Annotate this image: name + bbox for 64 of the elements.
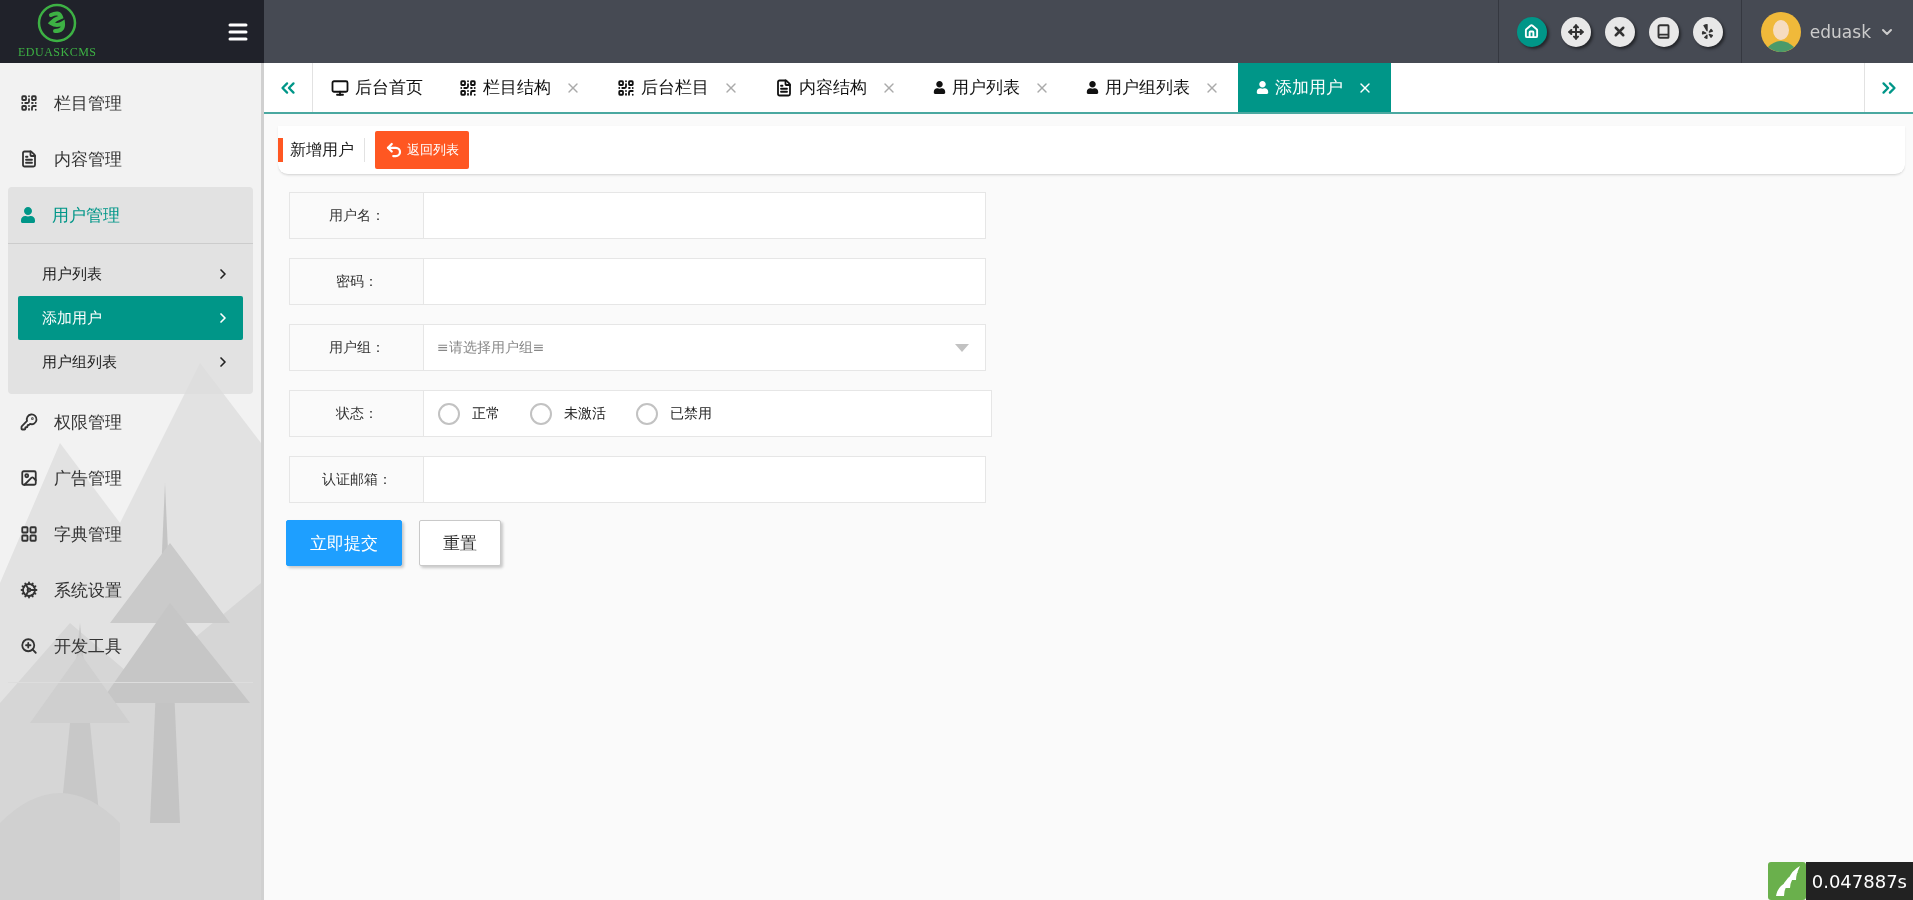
logo-icon [37,3,78,43]
document-icon [20,150,38,168]
monitor-icon [331,78,349,97]
field-label: 状态： [289,390,424,437]
sidebar-item[interactable]: 权限管理 [8,394,253,450]
logo-text: EDUASKCMS [18,45,97,60]
user-icon [20,207,36,223]
user-icon [1256,81,1269,94]
document-icon [775,78,793,97]
select-field[interactable]: ≡请选择用户组≡ [424,324,986,371]
home-icon [1524,24,1540,39]
image-icon [20,469,38,487]
radio-circle[interactable] [636,402,658,425]
sidebar-item[interactable]: 栏目管理 [8,75,253,131]
reset-button[interactable]: 重置 [419,520,501,566]
page-title: 新增用户 [278,138,365,162]
radio-circle[interactable] [438,402,460,425]
book-icon [1656,24,1672,39]
move-button[interactable] [1560,16,1591,47]
undo-arrow-icon [385,141,403,159]
text-field[interactable] [424,192,986,239]
sidebar-item[interactable]: 内容管理 [8,131,253,187]
user-icon [1086,81,1099,94]
text-field[interactable] [424,456,986,503]
radio-option[interactable]: 已禁用 [636,402,712,425]
avatar-icon [1759,10,1802,53]
home-button[interactable] [1516,16,1547,47]
settings-icon [20,581,38,599]
sidebar-item[interactable]: 开发工具 [8,618,253,674]
tab[interactable]: 栏目结构 [441,63,599,112]
sidebar-item[interactable]: 字典管理 [8,506,253,562]
tab[interactable]: 添加用户 [1238,63,1391,112]
radio-option[interactable]: 正常 [438,402,500,425]
text-field[interactable] [424,258,986,305]
sidebar-item[interactable]: 系统设置 [8,562,253,618]
radio-option[interactable]: 未激活 [530,402,606,425]
tiles-icon [20,525,38,543]
user-icon [933,81,946,94]
sidebar-item[interactable]: 广告管理 [8,450,253,506]
tab[interactable]: 后台首页 [313,63,441,112]
field-label: 认证邮箱： [289,456,424,503]
burst-icon [1700,24,1716,39]
key-icon [20,413,38,431]
user-menu[interactable]: eduask [1741,0,1913,63]
move-icon [1567,23,1584,40]
radio-circle[interactable] [530,402,552,425]
grid-icon [459,78,477,97]
caret-icon [955,343,969,352]
sidebar-subitem[interactable]: 用户组列表 [18,340,243,384]
close-button[interactable] [1604,16,1635,47]
tab[interactable]: 后台栏目 [599,63,757,112]
book-button[interactable] [1648,16,1679,47]
tab[interactable]: 内容结构 [757,63,915,112]
grid-icon [20,94,38,112]
sidebar-subitem[interactable]: 添加用户 [18,296,243,340]
field-label: 用户组： [289,324,424,371]
field-label: 用户名： [289,192,424,239]
zoom-icon [20,637,38,655]
timer-text: 0.047887s [1805,862,1913,900]
tab[interactable]: 用户列表 [915,63,1068,112]
field-label: 密码： [289,258,424,305]
tab[interactable]: 用户组列表 [1068,63,1238,112]
grid-icon [617,78,635,97]
sidebar-subitem[interactable]: 用户列表 [18,252,243,296]
